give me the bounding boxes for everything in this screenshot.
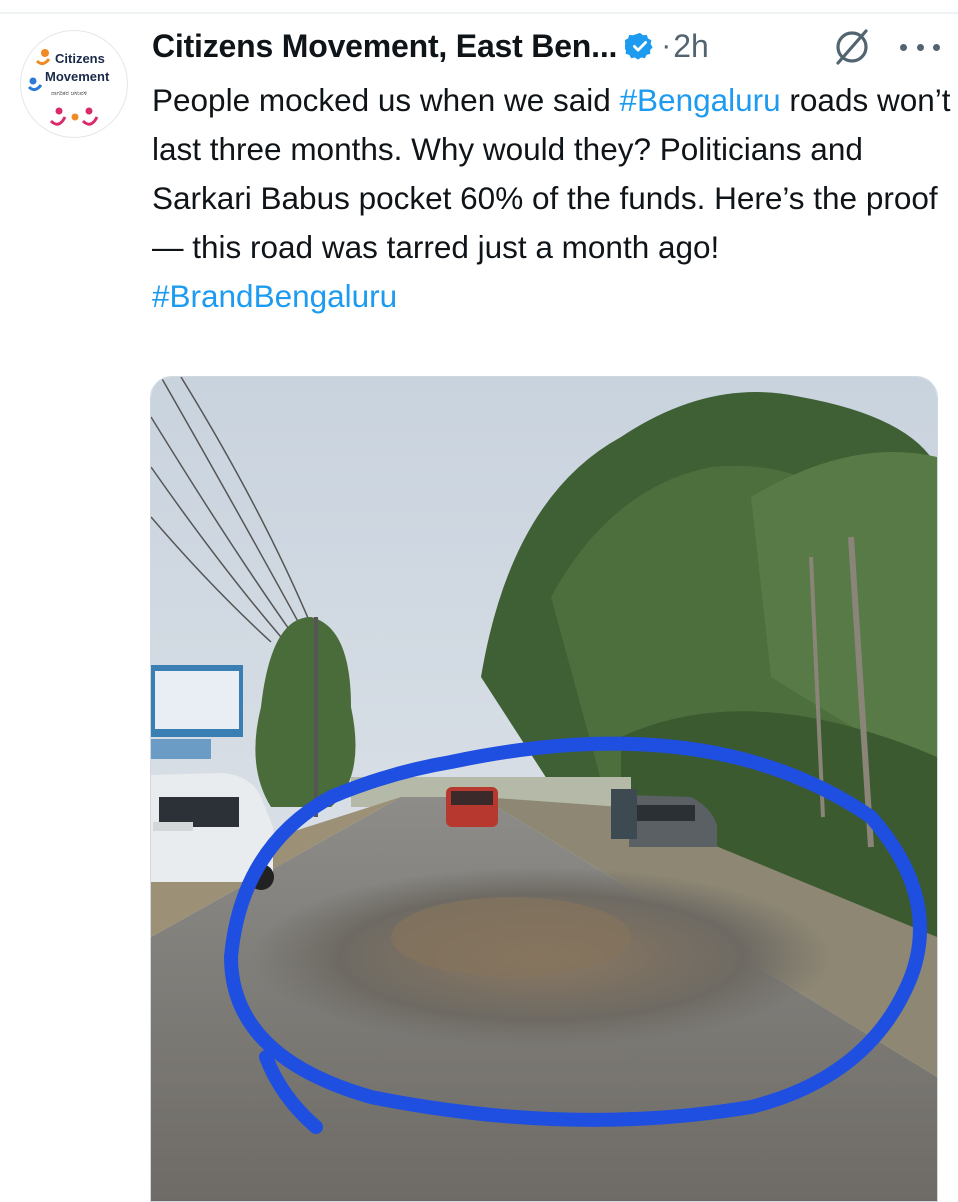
avatar-text-citizens: Citizens bbox=[55, 51, 105, 66]
tweet-media-photo[interactable] bbox=[150, 376, 938, 1202]
more-options-icon[interactable] bbox=[900, 30, 940, 64]
grok-slash-icon[interactable] bbox=[830, 26, 874, 66]
hashtag-brandbengaluru[interactable]: #BrandBengaluru bbox=[152, 278, 397, 314]
account-avatar[interactable]: Citizens Movement ನಾಗರಿಕರ ಚಳುವಳಿ bbox=[20, 30, 128, 138]
display-name[interactable]: Citizens Movement, East Ben... bbox=[152, 28, 617, 65]
verified-badge-icon[interactable] bbox=[625, 31, 655, 61]
top-divider bbox=[0, 12, 958, 14]
more-dot-icon bbox=[900, 43, 907, 51]
avatar-text-kannada: ನಾಗರಿಕರ ಚಳುವಳಿ bbox=[51, 90, 88, 97]
header-separator: · bbox=[661, 29, 672, 62]
hashtag-bengaluru[interactable]: #Bengaluru bbox=[620, 82, 781, 118]
more-dot-icon bbox=[933, 43, 940, 51]
tweet-text-part1: People mocked us when we said bbox=[152, 82, 620, 118]
more-dot-icon bbox=[916, 43, 924, 51]
tweet-timestamp[interactable]: 2h bbox=[673, 28, 709, 65]
citizens-movement-logo: Citizens Movement ನಾಗರಿಕರ ಚಳುವಳಿ bbox=[22, 32, 126, 136]
avatar-text-movement: Movement bbox=[45, 69, 110, 84]
tweet-text: People mocked us when we said #Bengaluru… bbox=[152, 76, 952, 321]
road-photo bbox=[151, 377, 937, 1201]
